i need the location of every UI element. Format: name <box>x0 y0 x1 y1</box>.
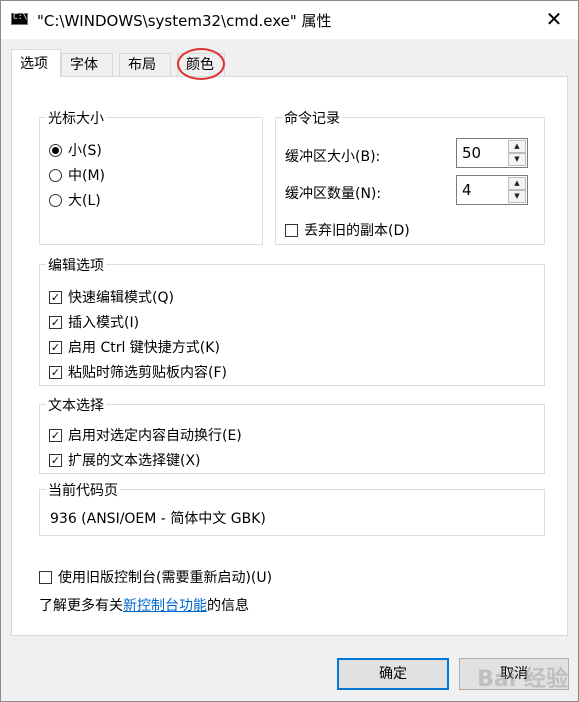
legacy-console-checkbox[interactable] <box>39 570 52 584</box>
radio-medium-indicator[interactable] <box>49 168 62 182</box>
buffer-count-spinner[interactable]: 4 ▲ ▼ <box>456 175 528 205</box>
discard-label: 丢弃旧的副本(D) <box>304 223 410 239</box>
ctrl-shortcuts-option[interactable]: ✓ 启用 Ctrl 键快捷方式(K) <box>49 337 220 357</box>
dialog-content: 选项 字体 布局 颜色 光标大小 小(S) 中(M) 大(L) 命令记录 缓冲区… <box>1 39 578 701</box>
code-page-title: 当前代码页 <box>46 480 120 500</box>
properties-window: C:\. "C:\WINDOWS\system32\cmd.exe" 属性 ✕ … <box>0 0 579 702</box>
filter-paste-option[interactable]: ✓ 粘贴时筛选剪贴板内容(F) <box>49 362 227 382</box>
edit-options-title: 编辑选项 <box>46 255 106 275</box>
buffer-size-up-icon[interactable]: ▲ <box>508 140 526 153</box>
legacy-console-option[interactable]: 使用旧版控制台(需要重新启动)(U) <box>39 567 272 587</box>
edit-options-group: 编辑选项 ✓ 快速编辑模式(Q) ✓ 插入模式(I) ✓ 启用 Ctrl 键快捷… <box>39 255 545 386</box>
quick-edit-option[interactable]: ✓ 快速编辑模式(Q) <box>49 287 174 307</box>
tab-font[interactable]: 字体 <box>61 53 113 77</box>
line-wrap-label: 启用对选定内容自动换行(E) <box>68 428 242 444</box>
radio-small-indicator[interactable] <box>49 143 62 157</box>
cursor-size-title: 光标大小 <box>46 108 106 128</box>
quick-edit-checkbox[interactable]: ✓ <box>49 290 62 304</box>
highlight-circle <box>177 48 225 80</box>
radio-small[interactable]: 小(S) <box>49 140 102 160</box>
info-text: 了解更多有关 新控制台功能 的信息 <box>39 595 249 615</box>
buffer-count-label: 缓冲区数量(N): <box>285 186 382 202</box>
ok-button[interactable]: 确定 <box>337 658 449 690</box>
ctrl-shortcuts-checkbox[interactable]: ✓ <box>49 340 62 354</box>
tab-options[interactable]: 选项 <box>11 49 61 78</box>
cmd-icon-text: C:\. <box>13 12 33 21</box>
options-panel: 光标大小 小(S) 中(M) 大(L) 命令记录 缓冲区大小(B): 50 ▲ … <box>11 76 568 636</box>
quick-edit-label: 快速编辑模式(Q) <box>68 290 174 306</box>
history-title: 命令记录 <box>282 108 342 128</box>
insert-mode-checkbox[interactable]: ✓ <box>49 315 62 329</box>
tab-layout[interactable]: 布局 <box>119 53 171 77</box>
discard-old-duplicates[interactable]: 丢弃旧的副本(D) <box>285 220 410 240</box>
text-selection-group: 文本选择 ✓ 启用对选定内容自动换行(E) ✓ 扩展的文本选择键(X) <box>39 395 545 474</box>
buffer-count-down-icon[interactable]: ▼ <box>508 190 526 203</box>
close-icon[interactable]: ✕ <box>542 7 566 31</box>
buffer-count-value[interactable]: 4 <box>462 181 472 199</box>
buffer-count-up-icon[interactable]: ▲ <box>508 177 526 190</box>
code-page-value: 936 (ANSI/OEM - 简体中文 GBK) <box>50 511 266 527</box>
cmd-icon: C:\. <box>11 12 32 25</box>
buffer-size-down-icon[interactable]: ▼ <box>508 153 526 166</box>
extended-keys-option[interactable]: ✓ 扩展的文本选择键(X) <box>49 450 201 470</box>
radio-medium[interactable]: 中(M) <box>49 165 105 185</box>
filter-paste-checkbox[interactable]: ✓ <box>49 365 62 379</box>
radio-small-label: 小(S) <box>68 143 102 159</box>
discard-checkbox[interactable] <box>285 223 298 237</box>
code-page-group: 当前代码页 936 (ANSI/OEM - 简体中文 GBK) <box>39 480 545 536</box>
extended-keys-checkbox[interactable]: ✓ <box>49 453 62 467</box>
filter-paste-label: 粘贴时筛选剪贴板内容(F) <box>68 365 227 381</box>
radio-medium-label: 中(M) <box>68 168 106 184</box>
line-wrap-option[interactable]: ✓ 启用对选定内容自动换行(E) <box>49 425 242 445</box>
window-title: "C:\WINDOWS\system32\cmd.exe" 属性 <box>37 12 332 30</box>
insert-mode-label: 插入模式(I) <box>68 315 140 331</box>
cursor-size-group: 光标大小 小(S) 中(M) 大(L) <box>39 108 263 245</box>
radio-large-indicator[interactable] <box>49 193 62 207</box>
title-bar[interactable]: C:\. "C:\WINDOWS\system32\cmd.exe" 属性 ✕ <box>1 1 578 39</box>
radio-large[interactable]: 大(L) <box>49 190 101 210</box>
extended-keys-label: 扩展的文本选择键(X) <box>68 453 201 469</box>
buffer-size-spinner[interactable]: 50 ▲ ▼ <box>456 138 528 168</box>
info-suffix: 的信息 <box>207 598 249 614</box>
text-selection-title: 文本选择 <box>46 395 106 415</box>
radio-large-label: 大(L) <box>68 193 101 209</box>
info-prefix: 了解更多有关 <box>39 598 123 614</box>
legacy-console-label: 使用旧版控制台(需要重新启动)(U) <box>58 570 273 586</box>
insert-mode-option[interactable]: ✓ 插入模式(I) <box>49 312 139 332</box>
ctrl-shortcuts-label: 启用 Ctrl 键快捷方式(K) <box>68 340 220 356</box>
buffer-size-value[interactable]: 50 <box>462 144 481 162</box>
new-console-features-link[interactable]: 新控制台功能 <box>123 595 207 615</box>
line-wrap-checkbox[interactable]: ✓ <box>49 428 62 442</box>
history-group: 命令记录 缓冲区大小(B): 50 ▲ ▼ 缓冲区数量(N): 4 ▲ ▼ 丢弃… <box>275 108 545 245</box>
watermark-logo: Bai 经验 <box>477 667 568 692</box>
buffer-size-label: 缓冲区大小(B): <box>285 149 381 165</box>
